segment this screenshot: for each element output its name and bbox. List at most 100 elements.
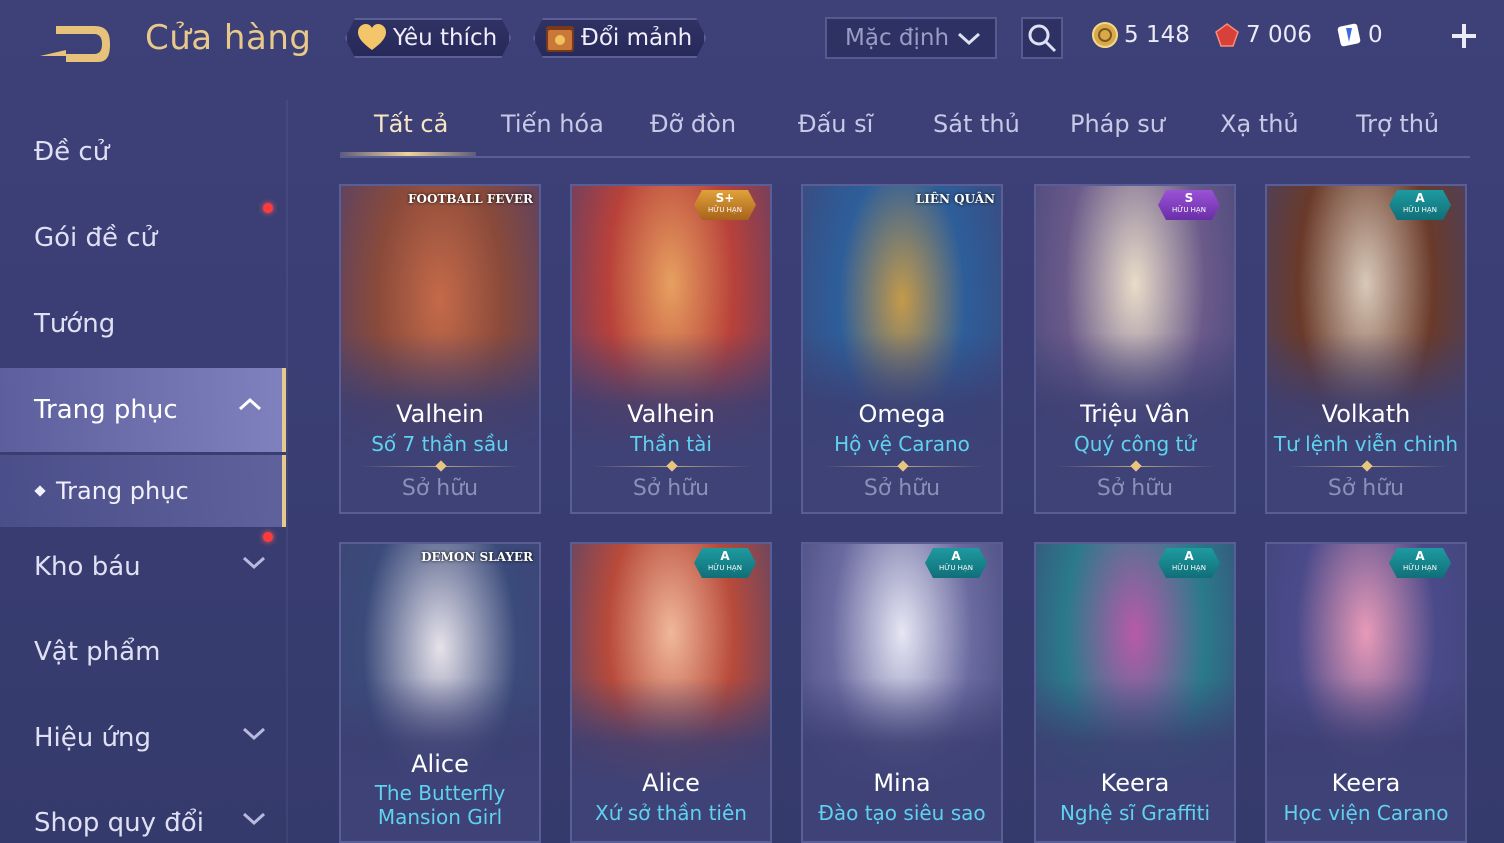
tier-badge: S+ HỮU HẠN: [694, 190, 756, 220]
quan-huy-amount: 7 006: [1246, 22, 1312, 48]
tab-support[interactable]: Trợ thủ: [1356, 110, 1439, 138]
sidebar-item-items[interactable]: Vật phẩm: [0, 612, 286, 692]
sidebar-subitem-label: Trang phục: [56, 477, 189, 505]
sort-dropdown[interactable]: Mặc định: [825, 17, 997, 59]
hero-name: Mina: [873, 769, 931, 797]
tab-marksman[interactable]: Xạ thủ: [1220, 110, 1299, 138]
voucher-amount: 0: [1368, 22, 1383, 48]
tier-badge: S HỮU HẠN: [1158, 190, 1220, 220]
skin-name: The Butterfly Mansion Girl: [374, 781, 506, 829]
skin-name: Học viện Carano: [1283, 801, 1449, 825]
skin-card[interactable]: LIÊN QUÂN Omega Hộ vệ Carano Sở hữu: [801, 184, 1003, 514]
top-bar: Cửa hàng Yêu thích Đổi mảnh Mặc định 5 1…: [0, 0, 1504, 80]
voucher-currency: 0: [1336, 20, 1383, 50]
ownership-status: Sở hữu: [863, 476, 941, 501]
event-logo: DEMON SLAYER: [421, 550, 533, 564]
ownership-status: Sở hữu: [1096, 476, 1174, 501]
plus-icon[interactable]: [1448, 20, 1480, 52]
card-separator: [1056, 460, 1216, 472]
sidebar-item-recommended-packs[interactable]: Gói đề cử: [0, 198, 286, 278]
sidebar-item-label: Gói đề cử: [34, 223, 158, 253]
gold-coin-icon: [1092, 22, 1118, 48]
hero-name: Volkath: [1321, 400, 1411, 428]
tier-badge: A HỮU HẠN: [1389, 190, 1451, 220]
page-title: Cửa hàng: [145, 18, 312, 58]
tab-assassin[interactable]: Sát thủ: [933, 110, 1020, 138]
ownership-status: Sở hữu: [1327, 476, 1405, 501]
skin-name: Tư lệnh viễn chinh: [1273, 432, 1459, 456]
hero-name: Valhein: [627, 400, 715, 428]
tab-mage[interactable]: Pháp sư: [1070, 110, 1165, 138]
sidebar-item-label: Vật phẩm: [34, 637, 161, 667]
tab-evolution[interactable]: Tiến hóa: [501, 110, 604, 138]
sidebar-item-label: Hiệu ứng: [34, 723, 151, 753]
hero-name: Keera: [1100, 769, 1170, 797]
search-button[interactable]: [1021, 17, 1063, 59]
tab-tank[interactable]: Đỡ đòn: [650, 110, 736, 138]
skin-card[interactable]: S HỮU HẠN Triệu Vân Quý công tử Sở hữu: [1034, 184, 1236, 514]
chevron-down-icon: [242, 812, 266, 826]
sidebar-subitem-skins[interactable]: Trang phục: [0, 455, 286, 527]
chevron-down-icon: [242, 727, 266, 741]
sidebar-item-recommended[interactable]: Đề cử: [0, 112, 286, 192]
chevron-down-icon: [957, 32, 981, 46]
event-logo: LIÊN QUÂN: [915, 192, 995, 206]
gold-currency: 5 148: [1092, 20, 1190, 50]
category-tabs: Tất cả Tiến hóa Đỡ đòn Đấu sĩ Sát thủ Ph…: [340, 100, 1470, 158]
card-separator: [823, 460, 983, 472]
skin-name: Nghệ sĩ Graffiti: [1059, 801, 1211, 825]
skin-name: Đào tạo siêu sao: [818, 801, 986, 825]
sidebar-item-skins[interactable]: Trang phục: [0, 368, 286, 452]
sidebar-item-heroes[interactable]: Tướng: [0, 284, 286, 364]
notification-dot: [263, 532, 273, 542]
hero-name: Keera: [1331, 769, 1401, 797]
skin-card[interactable]: S+ HỮU HẠN Valhein Thần tài Sở hữu: [570, 184, 772, 514]
diamond-bullet-icon: [34, 485, 46, 497]
skin-card[interactable]: A HỮU HẠN Keera Học viện Carano: [1265, 542, 1467, 843]
sidebar-item-label: Tướng: [34, 309, 116, 339]
tier-badge: A HỮU HẠN: [694, 548, 756, 578]
tier-badge: A HỮU HẠN: [1389, 548, 1451, 578]
tier-badge: A HỮU HẠN: [1158, 548, 1220, 578]
skin-card[interactable]: FOOTBALL FEVER Valhein Số 7 thần sầu Sở …: [339, 184, 541, 514]
skin-name: Hộ vệ Carano: [834, 432, 970, 456]
skin-card[interactable]: A HỮU HẠN Mina Đào tạo siêu sao: [801, 542, 1003, 843]
sidebar-item-label: Đề cử: [34, 137, 110, 167]
sort-selected-value: Mặc định: [845, 25, 950, 51]
skin-card[interactable]: A HỮU HẠN Volkath Tư lệnh viễn chinh Sở h…: [1265, 184, 1467, 514]
back-arrow-icon[interactable]: [36, 22, 112, 64]
skin-card[interactable]: A HỮU HẠN Alice Xứ sở thần tiên: [570, 542, 772, 843]
sidebar-item-effects[interactable]: Hiệu ứng: [0, 698, 286, 778]
card-separator: [361, 460, 521, 472]
sidebar-item-label: Kho báu: [34, 552, 141, 582]
skin-name: Số 7 thần sầu: [371, 432, 509, 456]
ownership-status: Sở hữu: [632, 476, 710, 501]
skin-card[interactable]: A HỮU HẠN Keera Nghệ sĩ Graffiti: [1034, 542, 1236, 843]
skin-card[interactable]: DEMON SLAYER Alice The Butterfly Mansion…: [339, 542, 541, 843]
ownership-status: Sở hữu: [401, 476, 479, 501]
favorites-button[interactable]: Yêu thích: [345, 18, 511, 58]
heart-icon: [355, 21, 389, 55]
exchange-fragments-button[interactable]: Đổi mảnh: [533, 18, 706, 58]
chevron-up-icon: [238, 397, 262, 411]
exchange-label: Đổi mảnh: [581, 25, 693, 51]
skin-name: Quý công tử: [1073, 432, 1197, 456]
sidebar-item-exchange-shop[interactable]: Shop quy đổi: [0, 783, 286, 843]
sidebar-item-label: Shop quy đổi: [34, 808, 204, 838]
hero-name: Valhein: [396, 400, 484, 428]
skin-name: Xứ sở thần tiên: [595, 801, 747, 825]
card-separator: [1287, 460, 1447, 472]
sidebar-item-treasure[interactable]: Kho báu: [0, 527, 286, 607]
tier-badge: A HỮU HẠN: [925, 548, 987, 578]
hero-name: Triệu Vân: [1080, 400, 1190, 428]
tab-all[interactable]: Tất cả: [374, 110, 448, 138]
hero-name: Alice: [411, 750, 469, 778]
search-icon: [1028, 24, 1057, 53]
voucher-icon: [1336, 22, 1362, 48]
sidebar-item-label: Trang phục: [34, 395, 178, 425]
favorites-label: Yêu thích: [393, 25, 498, 51]
notification-dot: [263, 203, 273, 213]
tab-fighter[interactable]: Đấu sĩ: [798, 110, 873, 138]
event-logo: FOOTBALL FEVER: [408, 192, 533, 206]
red-gem-icon: [1214, 22, 1240, 48]
